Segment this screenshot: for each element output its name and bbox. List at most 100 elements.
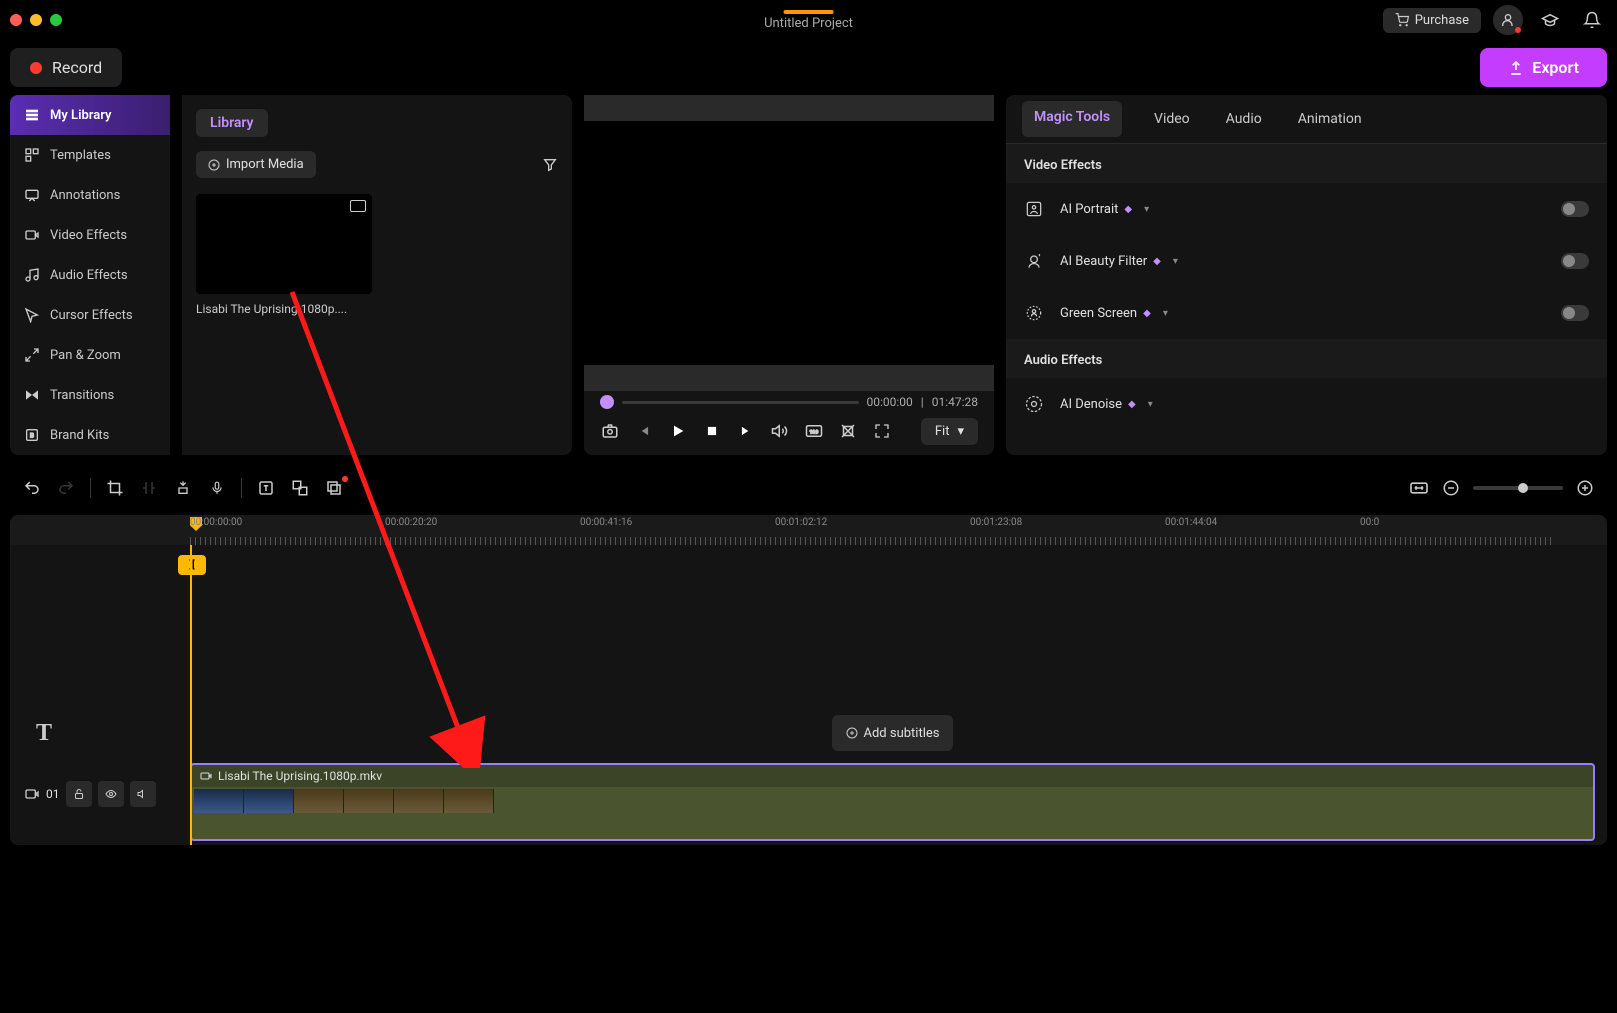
rec-dot bbox=[342, 476, 348, 482]
effect-ai-portrait[interactable]: AI Portrait◆▾ bbox=[1006, 183, 1607, 235]
lock-icon bbox=[73, 788, 85, 800]
timeline-toolbar bbox=[10, 467, 1607, 509]
cart-icon bbox=[1395, 13, 1409, 27]
sidebar-label: Cursor Effects bbox=[50, 308, 133, 323]
ruler-time: 00:00:20:20 bbox=[385, 517, 437, 528]
volume-button[interactable] bbox=[770, 421, 790, 441]
timeline-ruler[interactable]: 00:00:00:00 00:00:20:20 00:00:41:16 00:0… bbox=[10, 515, 1607, 545]
effect-toggle[interactable] bbox=[1561, 201, 1589, 217]
zoom-slider[interactable] bbox=[1473, 486, 1563, 490]
split-handle[interactable]: ]​[ bbox=[178, 555, 206, 575]
effect-green-screen[interactable]: Green Screen◆▾ bbox=[1006, 287, 1607, 339]
denoise-icon bbox=[1024, 394, 1044, 414]
chevron-down-icon: ▾ bbox=[1144, 204, 1149, 215]
effect-ai-beauty[interactable]: AI Beauty Filter◆▾ bbox=[1006, 235, 1607, 287]
track-visibility-button[interactable] bbox=[98, 781, 124, 807]
purchase-button[interactable]: Purchase bbox=[1383, 8, 1481, 33]
tab-audio[interactable]: Audio bbox=[1222, 101, 1266, 137]
sidebar-item-annotations[interactable]: Annotations bbox=[10, 175, 170, 215]
crop-tool-button[interactable] bbox=[105, 478, 125, 498]
tab-animation[interactable]: Animation bbox=[1294, 101, 1366, 137]
redo-button[interactable] bbox=[56, 478, 76, 498]
effect-label: Green Screen bbox=[1060, 306, 1137, 321]
zoom-in-icon bbox=[1576, 479, 1594, 497]
preview-viewport[interactable] bbox=[584, 95, 994, 391]
close-window[interactable] bbox=[10, 14, 22, 26]
redo-icon bbox=[57, 479, 75, 497]
fit-selector[interactable]: Fit ▾ bbox=[921, 418, 978, 445]
portrait-icon bbox=[1024, 199, 1044, 219]
text-button[interactable] bbox=[256, 478, 276, 498]
sidebar-item-audio-effects[interactable]: Audio Effects bbox=[10, 255, 170, 295]
notifications-button[interactable] bbox=[1577, 5, 1607, 35]
tab-video[interactable]: Video bbox=[1150, 101, 1194, 137]
sidebar-item-video-effects[interactable]: Video Effects bbox=[10, 215, 170, 255]
effect-toggle[interactable] bbox=[1561, 305, 1589, 321]
import-label: Import Media bbox=[226, 157, 304, 172]
ruler-time: 00:00:00:00 bbox=[190, 517, 242, 528]
library-tab[interactable]: Library bbox=[196, 109, 268, 137]
record-icon bbox=[30, 62, 42, 74]
zoom-in-button[interactable] bbox=[1575, 478, 1595, 498]
fit-timeline-button[interactable] bbox=[1409, 478, 1429, 498]
sidebar-item-pan-zoom[interactable]: Pan & Zoom bbox=[10, 335, 170, 375]
sidebar-item-my-library[interactable]: My Library bbox=[10, 95, 170, 135]
eye-icon bbox=[104, 788, 118, 800]
library-icon bbox=[24, 107, 40, 123]
crop-icon bbox=[106, 479, 124, 497]
add-subtitles-button[interactable]: Add subtitles bbox=[832, 715, 954, 751]
sidebar-label: Annotations bbox=[50, 188, 120, 203]
crop-icon bbox=[839, 422, 857, 440]
next-frame-button[interactable] bbox=[736, 421, 756, 441]
maximize-window[interactable] bbox=[50, 14, 62, 26]
effect-toggle[interactable] bbox=[1561, 253, 1589, 269]
sidebar-label: Templates bbox=[50, 148, 111, 163]
snapshot-button[interactable] bbox=[600, 421, 620, 441]
divider bbox=[90, 478, 91, 498]
voiceover-button[interactable] bbox=[207, 478, 227, 498]
scrub-track[interactable] bbox=[622, 401, 859, 404]
record-button[interactable]: Record bbox=[10, 48, 122, 87]
tab-magic-tools[interactable]: Magic Tools bbox=[1022, 101, 1122, 137]
filter-button[interactable] bbox=[542, 157, 558, 173]
sidebar-label: Audio Effects bbox=[50, 268, 128, 283]
effect-label: AI Beauty Filter bbox=[1060, 254, 1147, 269]
play-icon bbox=[670, 423, 686, 439]
video-clip[interactable]: Lisabi The Uprising.1080p.mkv bbox=[190, 763, 1595, 841]
premium-icon: ◆ bbox=[1124, 204, 1132, 215]
play-button[interactable] bbox=[668, 421, 688, 441]
filter-icon bbox=[542, 157, 558, 173]
minimize-window[interactable] bbox=[30, 14, 42, 26]
sidebar-item-templates[interactable]: Templates bbox=[10, 135, 170, 175]
effect-ai-denoise[interactable]: AI Denoise◆▾ bbox=[1006, 378, 1607, 430]
sidebar-item-cursor-effects[interactable]: Cursor Effects bbox=[10, 295, 170, 335]
track-lock-button[interactable] bbox=[66, 781, 92, 807]
sidebar-item-transitions[interactable]: Transitions bbox=[10, 375, 170, 415]
crop-button[interactable] bbox=[838, 421, 858, 441]
fullscreen-button[interactable] bbox=[872, 421, 892, 441]
sidebar-label: Pan & Zoom bbox=[50, 348, 121, 363]
export-button[interactable]: Export bbox=[1480, 48, 1607, 87]
undo-button[interactable] bbox=[22, 478, 42, 498]
zoom-out-button[interactable] bbox=[1441, 478, 1461, 498]
window-controls[interactable] bbox=[10, 14, 62, 26]
sidebar-item-brand-kits[interactable]: B Brand Kits bbox=[10, 415, 170, 455]
tutorials-button[interactable] bbox=[1535, 5, 1565, 35]
group-button[interactable] bbox=[290, 478, 310, 498]
stop-button[interactable] bbox=[702, 421, 722, 441]
clip-name: Lisabi The Uprising.1080p.mkv bbox=[218, 769, 382, 783]
track-mute-button[interactable] bbox=[130, 781, 156, 807]
subtitle-track[interactable]: Add subtitles bbox=[190, 715, 1595, 751]
prev-frame-button[interactable] bbox=[634, 421, 654, 441]
marker-button[interactable] bbox=[173, 478, 193, 498]
import-media-button[interactable]: Import Media bbox=[196, 151, 316, 178]
export-label: Export bbox=[1532, 58, 1579, 77]
aspect-button[interactable]: 16:9 bbox=[804, 421, 824, 441]
split-button[interactable] bbox=[139, 478, 159, 498]
media-item[interactable]: Lisabi The Uprising.1080p.... bbox=[196, 194, 558, 316]
account-button[interactable] bbox=[1493, 5, 1523, 35]
media-thumbnail[interactable] bbox=[196, 194, 372, 294]
record-tool-button[interactable] bbox=[324, 478, 344, 498]
playhead-line[interactable] bbox=[190, 545, 192, 845]
text-track-icon[interactable]: T bbox=[24, 713, 64, 753]
